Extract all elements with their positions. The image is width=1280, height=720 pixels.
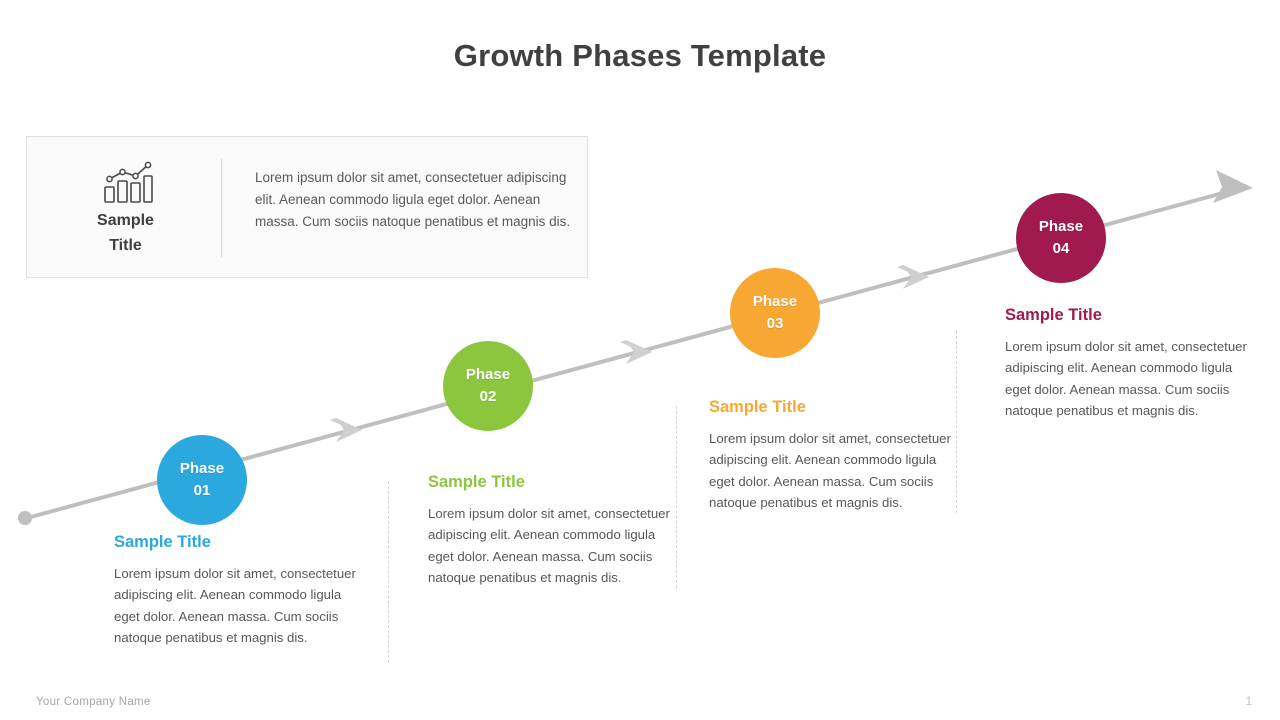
phase-circle-01[interactable]: Phase 01 — [157, 435, 247, 525]
info-box-title-line1: Sample — [97, 212, 154, 229]
phase-title-02: Sample Title — [428, 473, 525, 491]
phase-body-04: Lorem ipsum dolor sit amet, consectetuer… — [1005, 339, 1247, 419]
page-title: Growth Phases Template — [453, 38, 827, 73]
phase-circle-04-number: 04 — [1052, 240, 1070, 257]
phase-title-01: Sample Title — [114, 533, 211, 551]
footer-page-number: 1 — [1245, 696, 1252, 708]
phase-circle-02[interactable]: Phase 02 — [443, 341, 533, 431]
phase-body-01: Lorem ipsum dolor sit amet, consectetuer… — [114, 566, 356, 646]
separator-1 — [388, 481, 389, 663]
phase-circle-02-label: Phase — [465, 366, 511, 384]
phase-title-04: Sample Title — [1005, 306, 1102, 324]
info-box: Sample Title Lorem ipsum dolor sit amet,… — [26, 136, 588, 278]
info-box-divider — [221, 159, 222, 257]
phase-body-03: Lorem ipsum dolor sit amet, consectetuer… — [709, 431, 951, 511]
phase-circle-04[interactable]: Phase 04 — [1016, 193, 1106, 283]
phase-circle-04-label: Phase — [1038, 218, 1084, 236]
info-box-title-line2: Title — [109, 236, 142, 254]
timeline-chevron-1 — [330, 418, 362, 442]
phase-circle-02-number: 02 — [479, 388, 497, 405]
phase-circle-01-number: 01 — [193, 482, 211, 499]
phase-block-02: Sample Title Lorem ipsum dolor sit amet,… — [428, 473, 678, 589]
info-box-icon-column: Sample Title — [43, 151, 208, 259]
timeline-start-dot — [18, 511, 32, 525]
slide-canvas: Growth Phases Template Sample Title Lore… — [0, 0, 1280, 720]
phase-circle-03-label: Phase — [752, 293, 798, 311]
phase-block-03: Sample Title Lorem ipsum dolor sit amet,… — [709, 398, 959, 514]
phase-circle-03[interactable]: Phase 03 — [730, 268, 820, 358]
info-box-body: Lorem ipsum dolor sit amet, consectetuer… — [255, 170, 571, 229]
phase-block-01: Sample Title Lorem ipsum dolor sit amet,… — [114, 533, 364, 649]
bar-chart-line-icon — [103, 161, 153, 203]
info-box-title: Sample Title — [43, 209, 208, 259]
phase-title-03: Sample Title — [709, 398, 806, 416]
phase-circle-01-label: Phase — [179, 460, 225, 478]
phase-body-02: Lorem ipsum dolor sit amet, consectetuer… — [428, 506, 670, 586]
footer-company-name: Your Company Name — [36, 696, 151, 708]
phase-circle-03-number: 03 — [766, 315, 784, 332]
phase-block-04: Sample Title Lorem ipsum dolor sit amet,… — [1005, 306, 1255, 422]
timeline-chevron-3 — [897, 265, 929, 289]
timeline-chevron-2 — [620, 340, 652, 364]
timeline-end-arrowhead — [1213, 170, 1253, 203]
